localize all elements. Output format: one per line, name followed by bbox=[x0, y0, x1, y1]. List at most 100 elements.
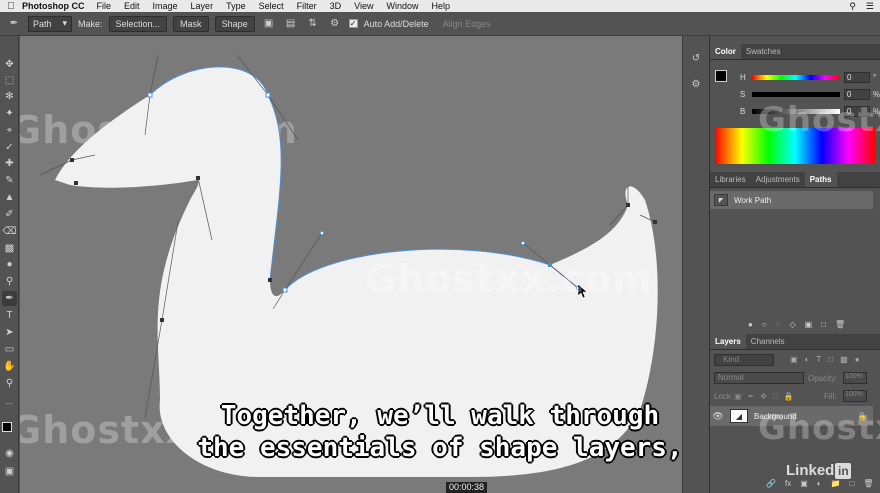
tool-mode-select[interactable]: Path ▾ bbox=[28, 15, 72, 32]
options-bar: ✒ Path ▾ Make: Selection... Mask Shape ▣… bbox=[0, 12, 880, 36]
move-tool-icon[interactable]: ✥ bbox=[2, 57, 17, 72]
menu-window[interactable]: Window bbox=[386, 1, 418, 11]
foreground-color-chip[interactable] bbox=[715, 70, 727, 82]
healing-brush-tool-icon[interactable]: ✚ bbox=[2, 156, 17, 171]
menu-3d[interactable]: 3D bbox=[330, 1, 342, 11]
apple-icon[interactable]:  bbox=[0, 1, 22, 12]
saturation-value-input[interactable]: 0 bbox=[843, 88, 870, 100]
brush-tool-icon[interactable]: ✎ bbox=[2, 173, 17, 188]
spotlight-search-icon[interactable]: ⚲ bbox=[849, 1, 856, 12]
lock-image-icon[interactable]: ✒ bbox=[748, 392, 755, 401]
menu-help[interactable]: Help bbox=[431, 1, 450, 11]
paths-panel-tabs: Libraries Adjustments Paths bbox=[710, 172, 880, 188]
path-row-work-path[interactable]: ◤ Work Path bbox=[710, 191, 873, 209]
tab-adjustments[interactable]: Adjustments bbox=[751, 172, 805, 187]
notification-list-icon[interactable]: ☰ bbox=[866, 1, 874, 12]
make-mask-button[interactable]: Mask bbox=[173, 15, 209, 32]
path-thumbnail-icon: ◤ bbox=[714, 194, 728, 206]
filter-adjustment-icon[interactable]: ◐ bbox=[805, 355, 810, 364]
opacity-label: Opacity: bbox=[808, 374, 838, 383]
make-work-path-icon[interactable]: ◇ bbox=[789, 320, 795, 329]
menu-image[interactable]: Image bbox=[153, 1, 178, 11]
menu-view[interactable]: View bbox=[354, 1, 373, 11]
tab-layers[interactable]: Layers bbox=[710, 334, 746, 349]
lock-transparent-icon[interactable]: ▣ bbox=[734, 392, 742, 401]
subtitle-line-1: Together, we’ll walk through bbox=[220, 401, 660, 431]
add-layer-mask-icon[interactable]: ▣ bbox=[800, 479, 808, 488]
path-arrangement-icon[interactable]: ⇅ bbox=[305, 16, 321, 32]
opacity-input[interactable]: 100% bbox=[843, 372, 867, 384]
gradient-tool-icon[interactable]: ▩ bbox=[2, 241, 17, 256]
pen-tool-icon[interactable]: ✒ bbox=[2, 291, 17, 306]
screen-mode-icon[interactable]: ▣ bbox=[2, 464, 17, 479]
add-mask-icon[interactable]: ▣ bbox=[805, 320, 813, 329]
eyedropper-tool-icon[interactable]: ✓ bbox=[2, 140, 17, 155]
hue-value-input[interactable]: 0 bbox=[844, 71, 870, 83]
delete-path-icon[interactable]: 🗑 bbox=[835, 320, 845, 329]
color-panel-tabs: Color Swatches bbox=[710, 44, 880, 60]
lasso-tool-icon[interactable]: ✻ bbox=[2, 89, 17, 104]
auto-add-delete-checkbox[interactable]: ✓ bbox=[348, 19, 358, 28]
load-selection-icon[interactable]: ◌ bbox=[776, 320, 781, 329]
menu-filter[interactable]: Filter bbox=[297, 1, 317, 11]
layer-filter-select[interactable]: Kind bbox=[714, 354, 774, 366]
hand-tool-icon[interactable]: ✋ bbox=[2, 359, 17, 374]
layer-filter-icons: ▣ ◐ T □ ▩ ● bbox=[790, 355, 860, 364]
menu-type[interactable]: Type bbox=[226, 1, 246, 11]
tab-paths[interactable]: Paths bbox=[804, 172, 837, 187]
dodge-tool-icon[interactable]: ⚲ bbox=[2, 274, 17, 289]
make-shape-button[interactable]: Shape bbox=[214, 15, 255, 32]
filter-pixel-icon[interactable]: ▣ bbox=[790, 355, 798, 364]
filter-type-icon[interactable]: T bbox=[816, 355, 821, 364]
crop-tool-icon[interactable]: ⌖ bbox=[2, 123, 17, 138]
path-alignment-icon[interactable]: ▤ bbox=[283, 16, 299, 32]
lock-all-icon[interactable]: 🔒 bbox=[784, 392, 794, 401]
app-menu[interactable]: Photoshop CC bbox=[22, 1, 85, 11]
history-brush-tool-icon[interactable]: ✐ bbox=[2, 207, 17, 222]
saturation-slider[interactable] bbox=[751, 91, 840, 97]
menu-layer[interactable]: Layer bbox=[191, 1, 214, 11]
path-selection-tool-icon[interactable]: ➤ bbox=[2, 325, 17, 340]
type-tool-icon[interactable]: T bbox=[2, 308, 17, 323]
quick-selection-tool-icon[interactable]: ✦ bbox=[2, 106, 17, 121]
stroke-path-icon[interactable]: ○ bbox=[762, 320, 767, 329]
layers-panel-tabs: Layers Channels bbox=[710, 334, 880, 350]
delete-layer-icon[interactable]: 🗑 bbox=[863, 479, 873, 488]
filter-smart-object-icon[interactable]: ▩ bbox=[840, 355, 848, 364]
color-panel: Color Swatches H 0 ° S 0 % B 0 % bbox=[710, 44, 880, 164]
hue-slider[interactable] bbox=[752, 74, 840, 80]
zoom-tool-icon[interactable]: ⚲ bbox=[2, 376, 17, 391]
properties-panel-icon[interactable]: ⚙ bbox=[688, 76, 704, 92]
blend-mode-select[interactable]: Normal bbox=[714, 372, 804, 384]
menu-file[interactable]: File bbox=[97, 1, 112, 11]
gear-icon[interactable]: ⚙ bbox=[327, 16, 343, 32]
new-group-icon[interactable]: 📁 bbox=[831, 479, 841, 488]
rectangle-tool-icon[interactable]: ▭ bbox=[2, 342, 17, 357]
new-path-icon[interactable]: □ bbox=[821, 320, 826, 329]
eraser-tool-icon[interactable]: ⌫ bbox=[2, 224, 17, 239]
history-panel-icon[interactable]: ↺ bbox=[688, 50, 704, 66]
tab-swatches[interactable]: Swatches bbox=[741, 44, 786, 59]
menu-select[interactable]: Select bbox=[259, 1, 284, 11]
tab-channels[interactable]: Channels bbox=[746, 334, 790, 349]
clone-stamp-tool-icon[interactable]: ▲ bbox=[2, 190, 17, 205]
fill-path-icon[interactable]: ● bbox=[748, 320, 753, 329]
blur-tool-icon[interactable]: ● bbox=[2, 257, 17, 272]
tab-color[interactable]: Color bbox=[710, 44, 741, 59]
lock-artboard-icon[interactable]: □ bbox=[773, 392, 778, 401]
layer-style-icon[interactable]: fx bbox=[785, 479, 791, 488]
marquee-tool-icon[interactable]: ⬚ bbox=[2, 73, 17, 88]
make-selection-button[interactable]: Selection... bbox=[108, 15, 168, 32]
menu-edit[interactable]: Edit bbox=[124, 1, 140, 11]
filter-toggle-icon[interactable]: ● bbox=[855, 355, 860, 364]
path-name: Work Path bbox=[734, 195, 772, 205]
lock-position-icon[interactable]: ✥ bbox=[760, 392, 767, 401]
filter-shape-icon[interactable]: □ bbox=[828, 355, 833, 364]
path-operations-icon[interactable]: ▣ bbox=[261, 16, 277, 32]
tab-libraries[interactable]: Libraries bbox=[710, 172, 751, 187]
new-layer-icon[interactable]: □ bbox=[850, 479, 855, 488]
pen-tool-preset-icon[interactable]: ✒ bbox=[6, 16, 22, 32]
link-layers-icon[interactable]: 🔗 bbox=[766, 479, 776, 488]
menu-bar:  Photoshop CC File Edit Image Layer Typ… bbox=[0, 0, 880, 12]
new-adjustment-layer-icon[interactable]: ◐ bbox=[817, 479, 822, 488]
